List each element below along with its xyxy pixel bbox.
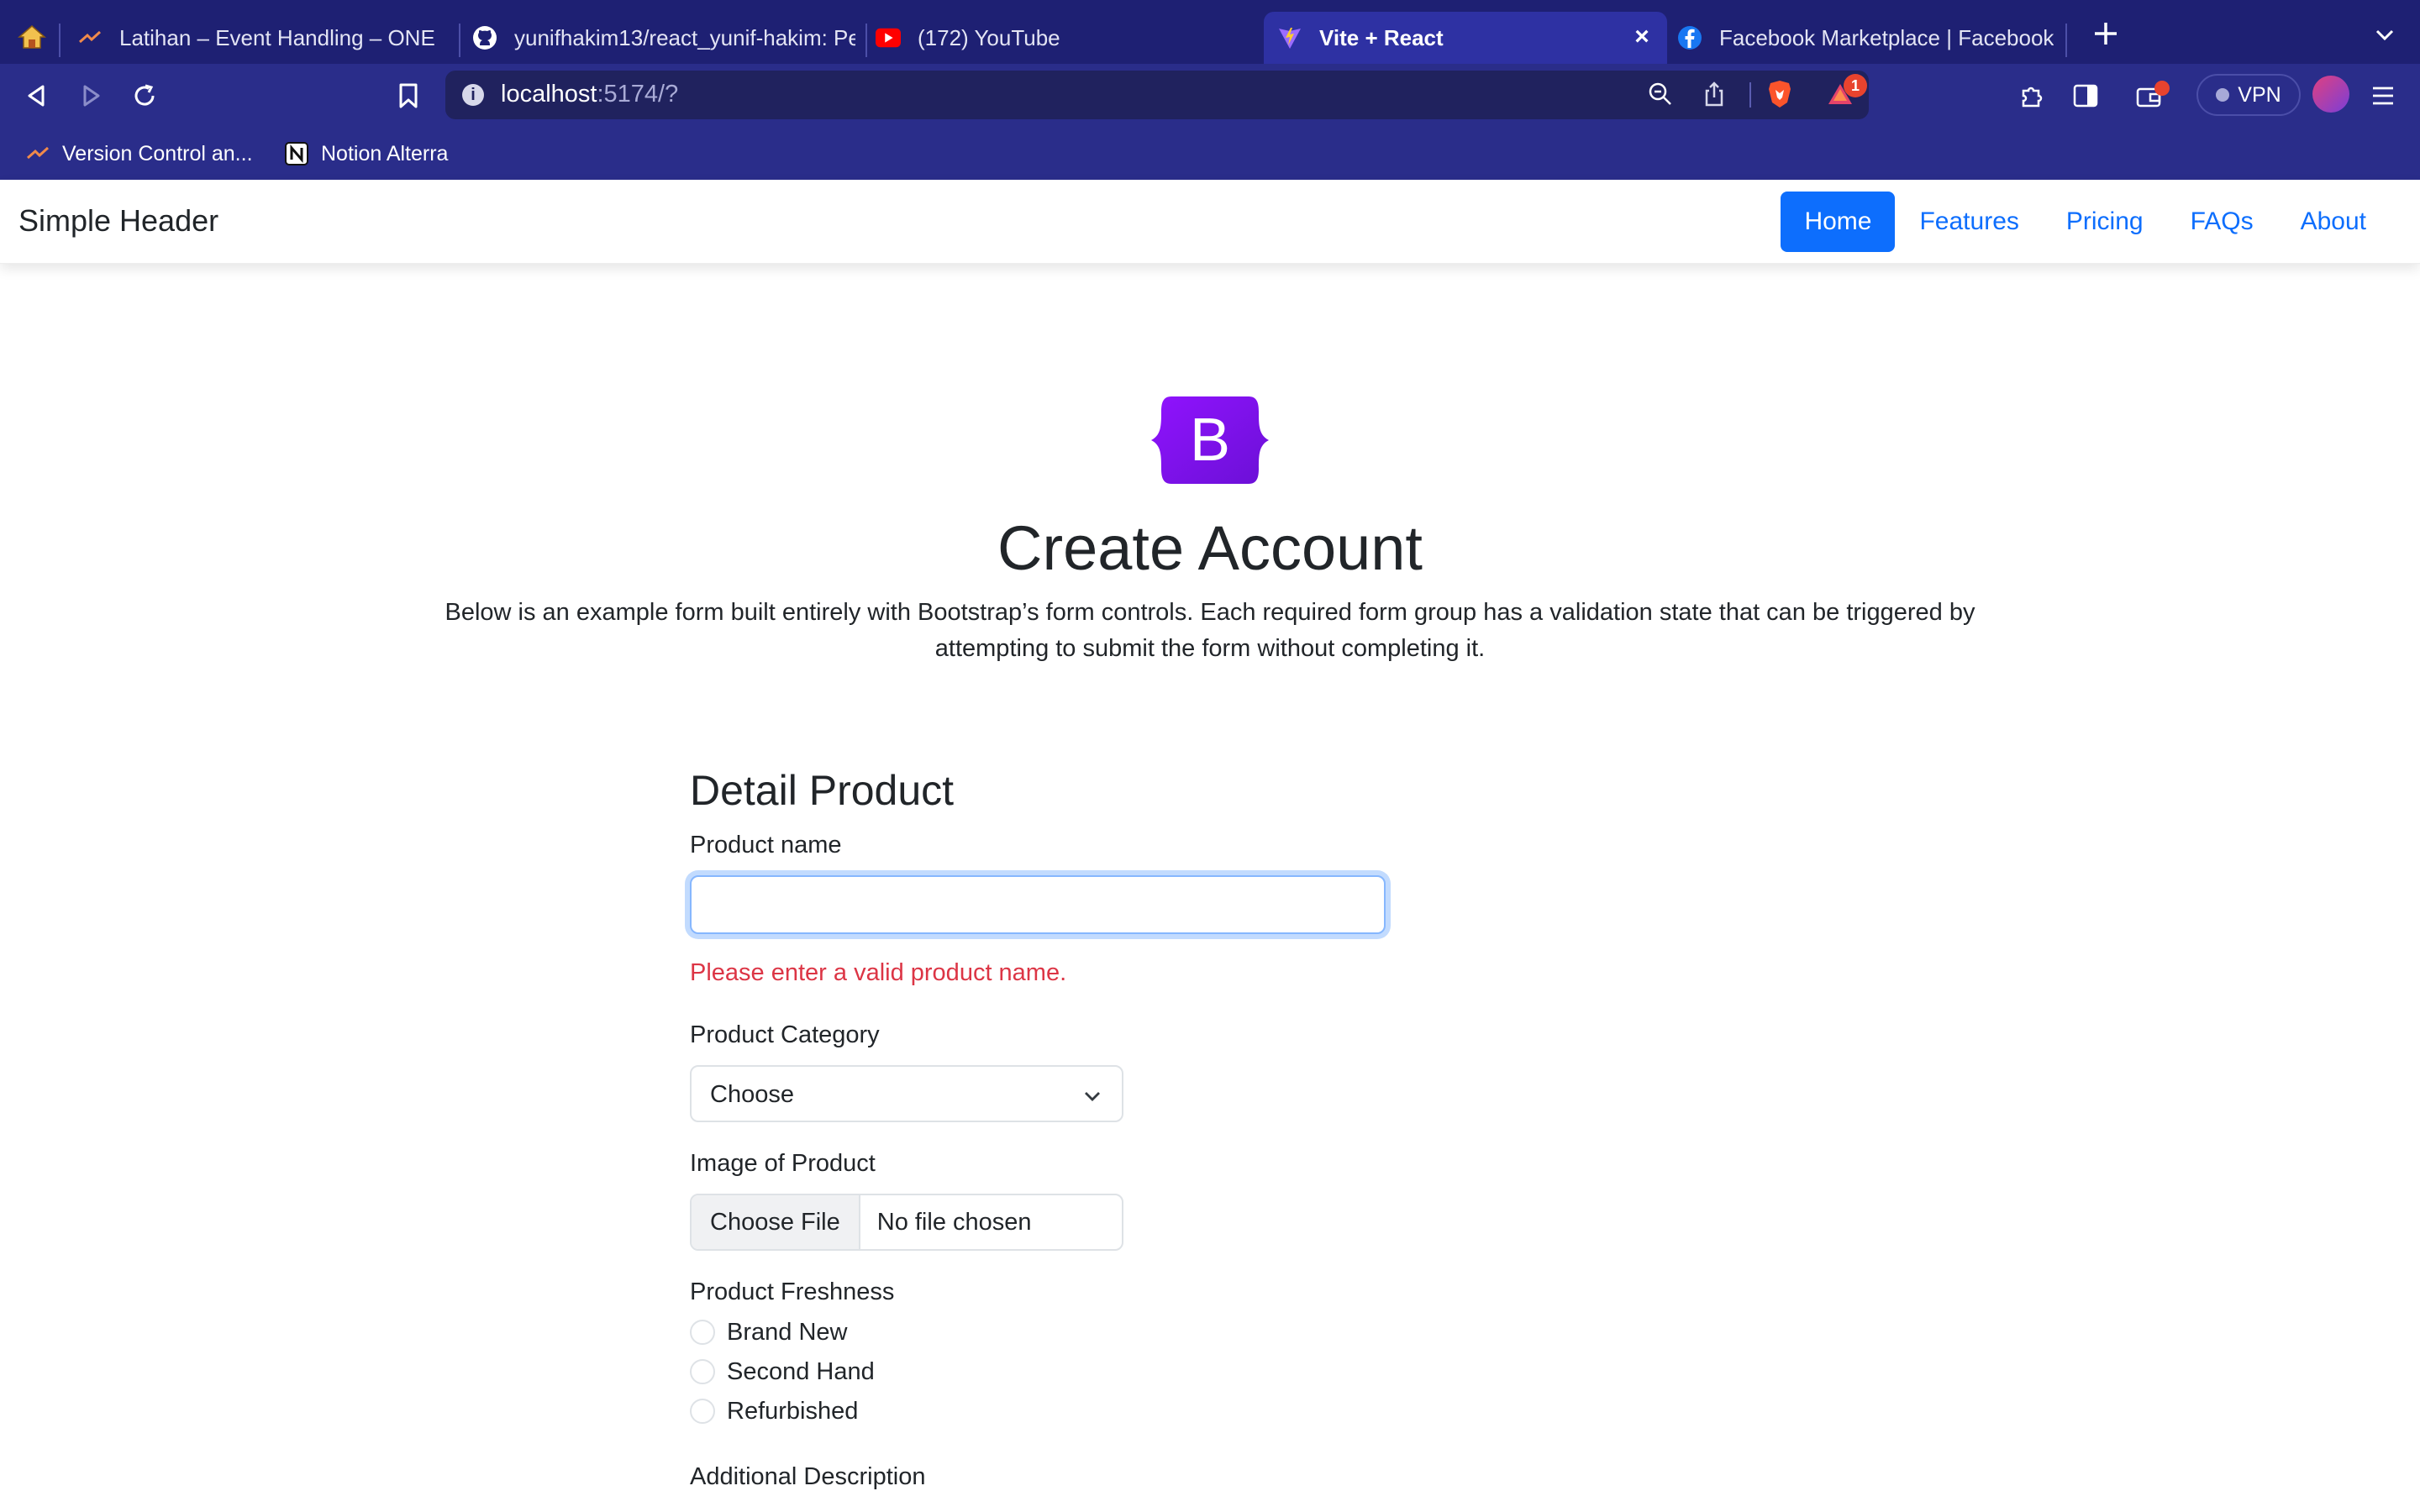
- bookmark-version-control[interactable]: Version Control an...: [25, 139, 253, 168]
- nav-home[interactable]: Home: [1781, 192, 1896, 252]
- nav-pricing[interactable]: Pricing: [2043, 192, 2167, 252]
- page-viewport: Simple Header Home Features Pricing FAQs…: [0, 180, 2420, 1512]
- url-host: localhost: [501, 81, 597, 108]
- notion-icon: [284, 141, 309, 166]
- zoom-out-icon[interactable]: [1644, 77, 1677, 111]
- bookmarks-bar: Version Control an... Notion Alterra: [0, 128, 2420, 180]
- youtube-icon: [876, 25, 901, 50]
- vpn-label: VPN: [2238, 82, 2281, 107]
- radio-refurbished[interactable]: Refurbished: [690, 1396, 858, 1426]
- bookmark-label: Version Control an...: [62, 141, 253, 165]
- logo-letter: B: [1190, 407, 1230, 474]
- image-file-input[interactable]: Choose File No file chosen: [690, 1194, 1123, 1251]
- tab-strip: Latihan – Event Handling – ONE by yunifh…: [0, 0, 2420, 64]
- radio-label: Brand New: [727, 1318, 848, 1346]
- nav-faqs[interactable]: FAQs: [2167, 192, 2277, 252]
- tab-latihan[interactable]: Latihan – Event Handling – ONE by: [72, 12, 442, 64]
- category-select[interactable]: Choose: [690, 1065, 1123, 1122]
- bookmark-label: Notion Alterra: [321, 141, 449, 165]
- chevron-down-icon[interactable]: [2373, 24, 2396, 47]
- radio-button[interactable]: [690, 1399, 715, 1424]
- tab-separator: [59, 24, 60, 57]
- facebook-icon: [1677, 25, 1702, 50]
- extensions-icon[interactable]: [2015, 79, 2049, 113]
- tab-vite-react[interactable]: Vite + React ×: [1264, 12, 1667, 64]
- site-navbar: Simple Header Home Features Pricing FAQs…: [0, 180, 2420, 264]
- section-title: Detail Product: [690, 767, 955, 814]
- nav-links: Home Features Pricing FAQs About: [1781, 192, 2390, 252]
- url-text[interactable]: localhost:5174/?: [501, 81, 678, 108]
- address-bar[interactable]: i localhost:5174/? 1: [445, 71, 1869, 119]
- product-name-label: Product name: [690, 832, 842, 858]
- product-name-input[interactable]: [690, 875, 1386, 934]
- share-icon[interactable]: [1697, 77, 1731, 111]
- back-icon[interactable]: [20, 79, 54, 113]
- alterra-icon: [25, 141, 50, 166]
- page-title: Create Account: [997, 513, 1423, 583]
- sidebar-icon[interactable]: [2069, 79, 2102, 113]
- bootstrap-logo-icon: B: [1150, 391, 1270, 489]
- vite-icon: [1277, 25, 1302, 50]
- tab-title: Facebook Marketplace | Facebook: [1719, 24, 2054, 50]
- choose-file-button[interactable]: Choose File: [692, 1195, 860, 1249]
- wallet-badge: [2154, 81, 2170, 96]
- browser-chrome: Latihan – Event Handling – ONE by yunifh…: [0, 0, 2420, 180]
- category-selected: Choose: [710, 1081, 794, 1108]
- nav-features[interactable]: Features: [1896, 192, 2042, 252]
- tab-github[interactable]: yunifhakim13/react_yunif-hakim: Pe: [472, 12, 855, 64]
- tab-separator: [459, 24, 460, 57]
- page-lead: Below is an example form built entirely …: [445, 599, 1975, 662]
- tab-facebook[interactable]: Facebook Marketplace | Facebook: [1677, 12, 2055, 64]
- radio-button[interactable]: [690, 1359, 715, 1384]
- alterra-icon: [77, 25, 103, 50]
- brave-shield-icon[interactable]: [1763, 77, 1797, 111]
- info-icon[interactable]: i: [462, 84, 484, 106]
- navbar-brand[interactable]: Simple Header: [18, 203, 218, 239]
- tab-title: Latihan – Event Handling – ONE by: [119, 24, 442, 50]
- menu-icon[interactable]: [2366, 79, 2400, 113]
- file-status: No file chosen: [876, 1208, 1032, 1236]
- tab-separator: [2065, 24, 2067, 57]
- new-tab-icon[interactable]: [2091, 18, 2121, 49]
- vpn-button[interactable]: VPN: [2196, 74, 2301, 116]
- image-label: Image of Product: [690, 1150, 876, 1177]
- freshness-label: Product Freshness: [690, 1278, 895, 1305]
- radio-second-hand[interactable]: Second Hand: [690, 1357, 875, 1387]
- tab-youtube[interactable]: (172) YouTube: [876, 12, 1245, 64]
- tab-separator: [865, 24, 867, 57]
- description-label: Additional Description: [690, 1463, 926, 1490]
- reload-icon[interactable]: [128, 79, 161, 113]
- tab-title: (172) YouTube: [918, 24, 1060, 50]
- nav-about[interactable]: About: [2277, 192, 2390, 252]
- vpn-status-icon: [2216, 88, 2230, 102]
- close-icon[interactable]: ×: [1628, 24, 1655, 50]
- radio-label: Refurbished: [727, 1397, 859, 1425]
- bookmark-icon[interactable]: [392, 79, 425, 113]
- notification-badge: 1: [1844, 74, 1867, 97]
- home-icon[interactable]: [15, 22, 49, 52]
- tab-title: Vite + React: [1319, 24, 1444, 50]
- chevron-down-icon: [1081, 1085, 1103, 1107]
- tab-title: yunifhakim13/react_yunif-hakim: Pe: [514, 24, 855, 50]
- github-icon: [472, 25, 497, 50]
- radio-brand-new[interactable]: Brand New: [690, 1317, 847, 1347]
- radio-button[interactable]: [690, 1320, 715, 1345]
- url-path: :5174/?: [597, 81, 679, 108]
- bookmark-notion[interactable]: Notion Alterra: [284, 139, 448, 168]
- radio-label: Second Hand: [727, 1357, 875, 1385]
- category-label: Product Category: [690, 1021, 880, 1048]
- product-name-error: Please enter a valid product name.: [690, 959, 1067, 986]
- profile-avatar[interactable]: [2312, 76, 2349, 113]
- forward-icon[interactable]: [74, 79, 108, 113]
- browser-toolbar: i localhost:5174/? 1 VPN: [0, 64, 2420, 128]
- divider: [1749, 82, 1751, 108]
